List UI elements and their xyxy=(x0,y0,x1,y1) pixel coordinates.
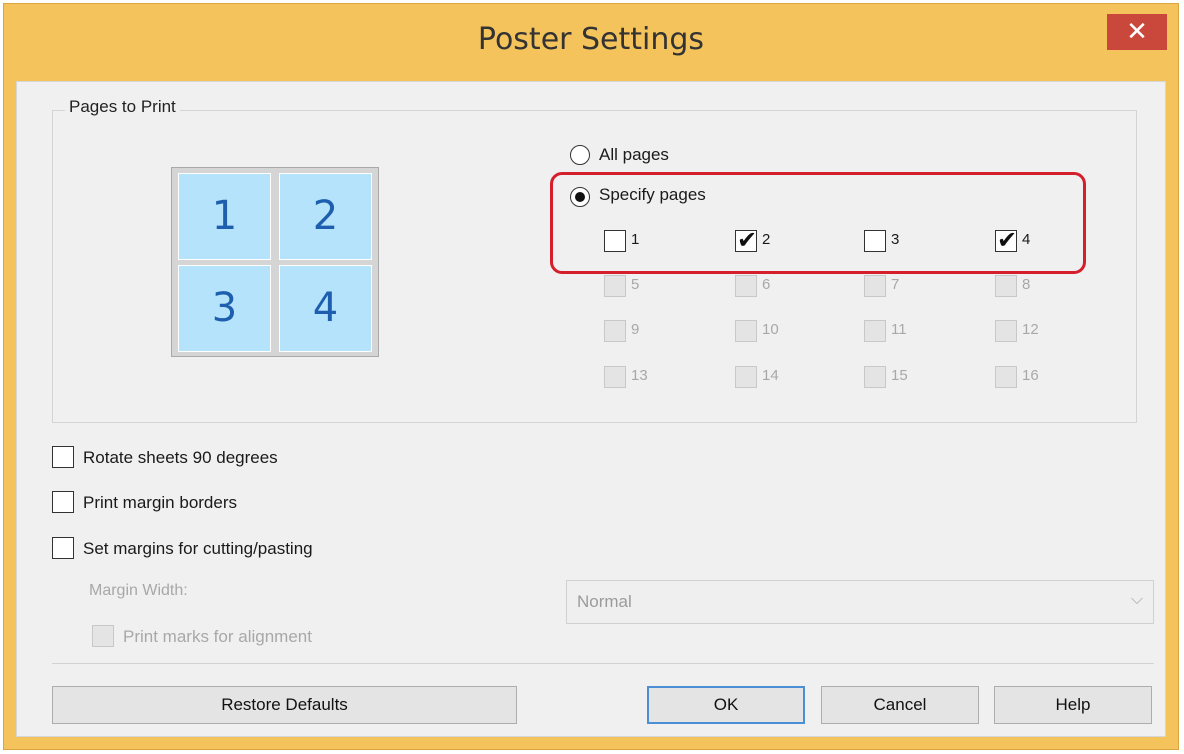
all-pages-radio[interactable] xyxy=(570,145,590,165)
page-checkbox[interactable] xyxy=(604,366,626,388)
restore-defaults-button[interactable]: Restore Defaults xyxy=(52,686,517,724)
ok-button[interactable]: OK xyxy=(647,686,805,724)
all-pages-label[interactable]: All pages xyxy=(599,145,669,165)
page-checkbox[interactable] xyxy=(995,320,1017,342)
page-checkbox-label[interactable]: 1 xyxy=(631,231,639,248)
divider xyxy=(52,663,1154,664)
margin-width-value: Normal xyxy=(577,592,632,611)
poster-settings-dialog: Poster Settings ✕ Pages to Print 1 2 3 4… xyxy=(3,3,1179,750)
page-checkbox[interactable] xyxy=(864,320,886,342)
preview-tile: 1 xyxy=(178,173,271,260)
rotate-sheets-label[interactable]: Rotate sheets 90 degrees xyxy=(83,448,278,468)
page-checkbox-label[interactable]: 12 xyxy=(1022,321,1039,338)
page-checkbox-label[interactable]: 16 xyxy=(1022,367,1039,384)
page-checkbox[interactable] xyxy=(735,366,757,388)
page-checkbox-label[interactable]: 4 xyxy=(1022,231,1030,248)
page-checkbox[interactable] xyxy=(864,275,886,297)
page-checkbox-label[interactable]: 9 xyxy=(631,321,639,338)
margin-width-select[interactable]: Normal ⌵ xyxy=(566,580,1154,624)
print-margin-borders-label[interactable]: Print margin borders xyxy=(83,493,237,513)
cancel-button[interactable]: Cancel xyxy=(821,686,979,724)
page-checkbox[interactable] xyxy=(995,275,1017,297)
chevron-down-icon: ⌵ xyxy=(1130,591,1143,608)
set-margins-label[interactable]: Set margins for cutting/pasting xyxy=(83,539,313,559)
page-checkbox-label[interactable]: 15 xyxy=(891,367,908,384)
page-checkbox-label[interactable]: 14 xyxy=(762,367,779,384)
page-checkbox[interactable] xyxy=(604,230,626,252)
page-checkbox[interactable] xyxy=(864,230,886,252)
page-checkbox[interactable] xyxy=(995,366,1017,388)
close-icon: ✕ xyxy=(1126,17,1148,47)
page-checkbox-label[interactable]: 6 xyxy=(762,276,770,293)
page-checkbox[interactable]: ✔ xyxy=(995,226,1017,254)
page-checkbox-label[interactable]: 11 xyxy=(891,321,907,338)
preview-tile: 3 xyxy=(178,265,271,352)
title-bar[interactable]: Poster Settings ✕ xyxy=(4,4,1178,80)
print-marks-checkbox[interactable] xyxy=(92,625,114,647)
rotate-sheets-checkbox[interactable] xyxy=(52,446,74,468)
preview-tile: 4 xyxy=(279,265,372,352)
checkmark-icon: ✔ xyxy=(997,226,1018,254)
set-margins-checkbox[interactable] xyxy=(52,537,74,559)
page-checkbox-label[interactable]: 13 xyxy=(631,367,648,384)
dialog-client-area: Pages to Print 1 2 3 4 All pages Specify… xyxy=(16,81,1166,737)
page-checkbox-label[interactable]: 5 xyxy=(631,276,639,293)
page-checkbox-label[interactable]: 10 xyxy=(762,321,779,338)
page-checkbox-label[interactable]: 3 xyxy=(891,231,899,248)
page-checkbox-label[interactable]: 7 xyxy=(891,276,899,293)
page-checkbox-label[interactable]: 2 xyxy=(762,231,770,248)
page-checkbox[interactable] xyxy=(604,275,626,297)
print-marks-label[interactable]: Print marks for alignment xyxy=(123,627,312,647)
page-checkbox[interactable] xyxy=(604,320,626,342)
page-checkbox[interactable] xyxy=(735,320,757,342)
dialog-title: Poster Settings xyxy=(477,22,705,57)
pages-to-print-label: Pages to Print xyxy=(65,97,180,117)
help-button[interactable]: Help xyxy=(994,686,1152,724)
preview-tile: 2 xyxy=(279,173,372,260)
poster-preview: 1 2 3 4 xyxy=(171,167,379,357)
page-checkbox[interactable] xyxy=(864,366,886,388)
page-checkbox-label[interactable]: 8 xyxy=(1022,276,1030,293)
page-checkbox[interactable] xyxy=(735,275,757,297)
highlight-frame xyxy=(550,172,1086,274)
print-margin-borders-checkbox[interactable] xyxy=(52,491,74,513)
margin-width-label: Margin Width: xyxy=(89,582,188,599)
page-checkbox[interactable]: ✔ xyxy=(735,226,757,254)
close-button[interactable]: ✕ xyxy=(1107,14,1167,50)
checkmark-icon: ✔ xyxy=(737,226,758,254)
